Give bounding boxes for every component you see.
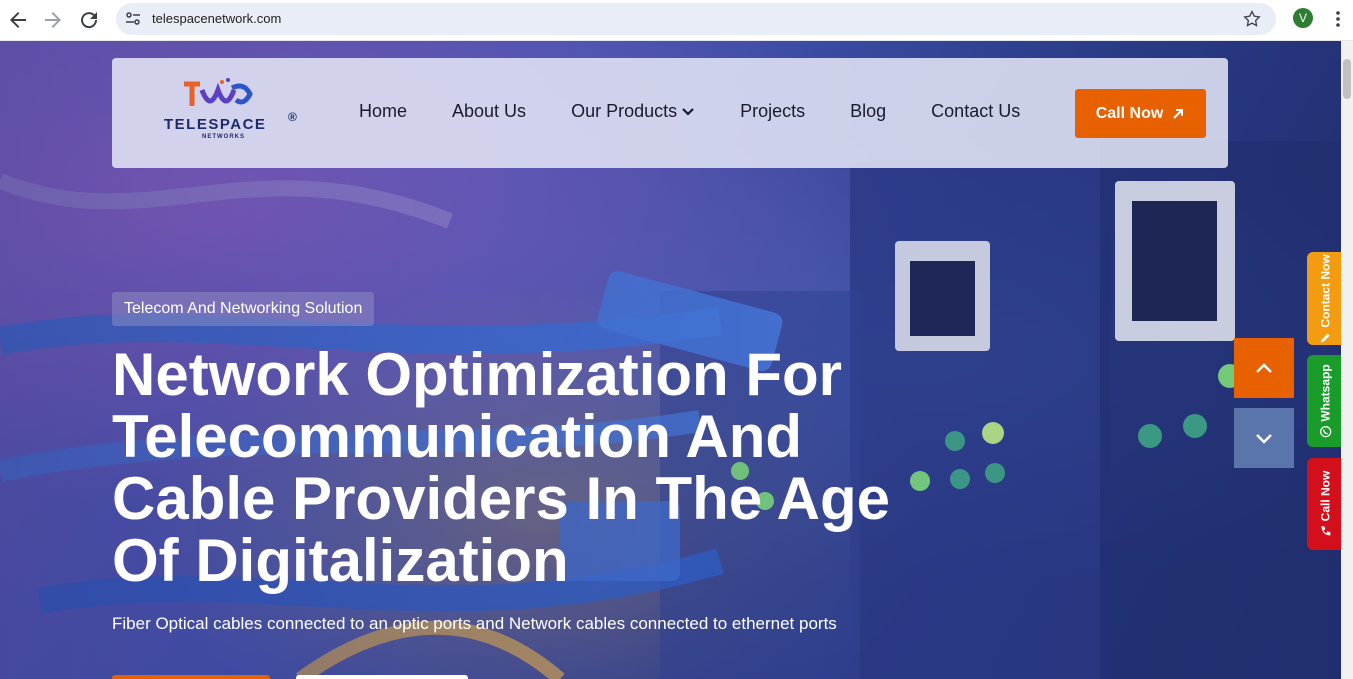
logo-subtext: NETWORKS [202,134,245,140]
call-now-button[interactable]: Call Now [1075,89,1206,138]
phone-icon [1321,526,1331,536]
hero-section: TELESPACE ® NETWORKS Home About Us Our P… [0,41,1341,679]
call-now-tab[interactable]: Call Now [1307,458,1341,550]
hero-subtitle: Fiber Optical cables connected to an opt… [112,614,837,633]
contact-now-tab[interactable]: Contact Now [1307,252,1341,345]
logo-registered-mark: ® [288,110,297,124]
call-now-label: Call Now [1095,104,1164,122]
hero-secondary-button[interactable] [296,675,468,679]
nav-blog[interactable]: Blog [850,101,886,122]
nav-our-products[interactable]: Our Products [571,101,695,122]
hero-title: Network Optimization For Telecommunicati… [112,341,890,594]
hero-primary-button[interactable] [112,675,270,679]
address-bar[interactable]: telespacenetwork.com [116,3,1276,35]
scrollbar-thumb[interactable] [1343,59,1351,99]
browser-menu-icon[interactable] [1331,9,1345,29]
whatsapp-label: Whatsapp [1318,364,1333,422]
scroll-up-button[interactable] [1234,338,1294,398]
nav-projects[interactable]: Projects [740,101,805,122]
chevron-up-icon [1256,363,1272,373]
bookmark-star-icon[interactable] [1242,9,1262,29]
logo-text: TELESPACE [164,116,267,133]
nav-about-us[interactable]: About Us [452,101,526,122]
pencil-icon [1320,333,1330,343]
hero-tag: Telecom And Networking Solution [112,292,375,326]
logo-mark-icon [184,78,253,106]
url-text[interactable]: telespacenetwork.com [152,11,281,26]
page-scrollbar[interactable] [1341,41,1353,679]
profile-avatar[interactable]: V [1293,8,1313,28]
site-settings-icon[interactable] [124,10,142,28]
nav-our-products-label: Our Products [571,101,678,121]
browser-toolbar: telespacenetwork.com V [0,0,1353,41]
whatsapp-tab[interactable]: Whatsapp [1307,355,1341,447]
chevron-down-icon [682,107,694,116]
forward-arrow-icon[interactable] [41,8,65,32]
site-header: TELESPACE ® NETWORKS Home About Us Our P… [112,58,1228,168]
logo[interactable]: TELESPACE ® NETWORKS [164,76,297,146]
call-now-tab-label: Call Now [1318,470,1333,522]
arrow-up-right-icon [1173,108,1184,119]
nav-contact-us[interactable]: Contact Us [931,101,1020,122]
main-nav: Home About Us Our Products Projects Blog… [359,101,1065,122]
scroll-down-button[interactable] [1234,408,1294,468]
reload-icon[interactable] [77,8,101,32]
whatsapp-icon [1319,426,1332,438]
contact-now-label: Contact Now [1318,253,1333,328]
back-arrow-icon[interactable] [6,8,30,32]
nav-home[interactable]: Home [359,101,407,122]
chevron-down-icon [1256,434,1272,444]
